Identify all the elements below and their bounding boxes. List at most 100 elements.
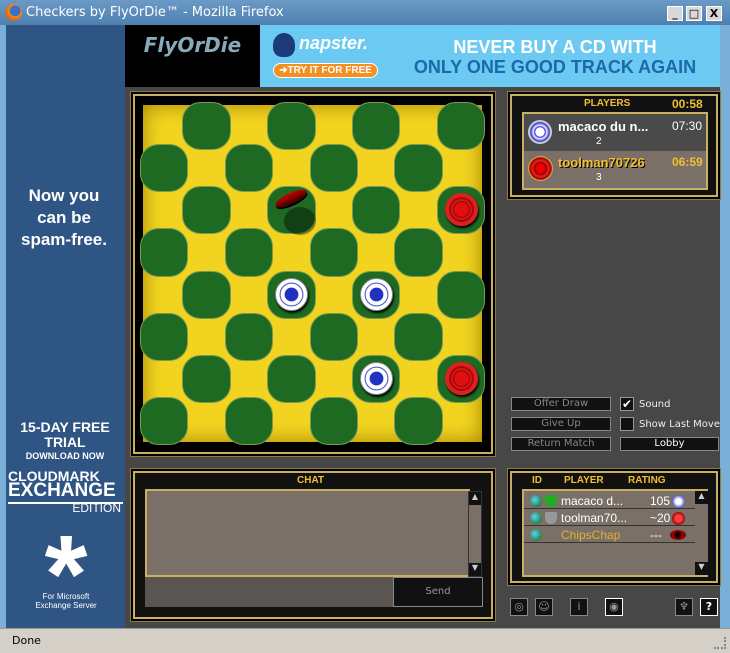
chat-scrollbar[interactable]: ▲ ▼ (468, 491, 482, 577)
lobby-button[interactable]: Lobby (620, 437, 719, 451)
board-square[interactable] (228, 105, 270, 147)
board-square[interactable] (143, 274, 185, 316)
board-square[interactable] (182, 101, 232, 151)
scroll-down-icon[interactable]: ▼ (469, 563, 481, 576)
roster-row[interactable]: ChipsChap --- (524, 527, 706, 543)
roster-row[interactable]: macaco d... 105 (524, 493, 706, 509)
board-square[interactable] (228, 274, 270, 316)
chat-input[interactable] (145, 577, 393, 607)
board-square[interactable] (397, 189, 439, 231)
board-square[interactable] (182, 354, 232, 404)
board-square[interactable] (313, 358, 355, 400)
board-square[interactable] (351, 101, 401, 151)
board-square[interactable] (355, 231, 397, 273)
board-square[interactable] (397, 274, 439, 316)
send-button[interactable]: Send (393, 577, 483, 607)
scroll-up-icon[interactable]: ▲ (695, 491, 708, 504)
board-square[interactable] (139, 312, 189, 361)
board-square[interactable] (394, 228, 444, 277)
top-banner-ad[interactable]: FlyOrDie napster. ➜TRY IT FOR FREE NEVER… (125, 25, 720, 87)
board-square[interactable] (270, 400, 312, 442)
close-button[interactable]: X (706, 6, 722, 21)
sound-checkbox[interactable]: ✔ (620, 397, 634, 411)
board-square[interactable] (440, 231, 482, 273)
board-square[interactable] (185, 400, 227, 442)
board-square[interactable] (355, 147, 397, 189)
board-square[interactable] (309, 144, 359, 193)
board-square[interactable] (436, 354, 486, 404)
board-square[interactable] (267, 101, 316, 151)
board-square[interactable] (309, 228, 359, 277)
board-square[interactable] (313, 189, 355, 231)
board-square[interactable] (267, 270, 316, 319)
board-square[interactable] (394, 312, 444, 361)
trophy-icon[interactable]: ♆ (675, 598, 693, 616)
board-square[interactable] (228, 358, 270, 400)
board-square[interactable] (270, 147, 312, 189)
board-square[interactable] (185, 316, 227, 358)
board-square[interactable] (185, 147, 227, 189)
checkers-board[interactable] (139, 101, 486, 446)
user-search-icon[interactable]: ☺ (535, 598, 553, 616)
board-square[interactable] (440, 147, 482, 189)
board-square[interactable] (440, 400, 482, 442)
board-square[interactable] (394, 396, 444, 446)
offer-draw-button[interactable]: Offer Draw (511, 397, 611, 411)
board-square[interactable] (182, 186, 232, 235)
blue-checker-piece[interactable] (359, 361, 393, 395)
scroll-down-icon[interactable]: ▼ (695, 562, 708, 575)
board-square[interactable] (224, 144, 274, 193)
give-up-button[interactable]: Give Up (511, 417, 611, 431)
board-square[interactable] (397, 358, 439, 400)
help-icon[interactable]: ? (700, 598, 718, 616)
board-square[interactable] (355, 316, 397, 358)
board-square[interactable] (139, 396, 189, 446)
board-square[interactable] (182, 270, 232, 319)
board-square[interactable] (313, 105, 355, 147)
board-square[interactable] (440, 316, 482, 358)
resize-grip-icon[interactable] (714, 637, 726, 649)
board-square[interactable] (313, 274, 355, 316)
scroll-up-icon[interactable]: ▲ (469, 492, 481, 505)
return-match-button[interactable]: Return Match (511, 437, 611, 451)
red-checker-piece[interactable] (444, 193, 478, 227)
board-square[interactable] (309, 396, 359, 446)
board-square[interactable] (224, 228, 274, 277)
maximize-button[interactable]: □ (686, 6, 702, 21)
board-square[interactable] (143, 189, 185, 231)
board-square[interactable] (351, 270, 401, 319)
board-square[interactable] (185, 231, 227, 273)
info-icon[interactable]: i (570, 598, 588, 616)
board-square[interactable] (139, 144, 189, 193)
flyordie-logo[interactable]: FlyOrDie (125, 25, 260, 87)
roster-scrollbar[interactable]: ▲ ▼ (695, 491, 708, 575)
eye-icon[interactable]: ◉ (605, 598, 623, 616)
board-square[interactable] (394, 144, 444, 193)
board-square[interactable] (143, 105, 185, 147)
board-square[interactable] (228, 189, 270, 231)
target-icon[interactable]: ◎ (510, 598, 528, 616)
board-square[interactable] (436, 186, 486, 235)
board-square[interactable] (351, 354, 401, 404)
try-free-button[interactable]: ➜TRY IT FOR FREE (273, 63, 378, 78)
board-square[interactable] (270, 231, 312, 273)
board-square[interactable] (224, 312, 274, 361)
left-advertisement[interactable]: Now you can be spam-free. 15-DAY FREE TR… (6, 25, 125, 630)
board-square[interactable] (143, 358, 185, 400)
board-square[interactable] (355, 400, 397, 442)
board-square[interactable] (351, 186, 401, 235)
board-square[interactable] (139, 228, 189, 277)
board-square[interactable] (267, 186, 317, 236)
minimize-button[interactable]: _ (667, 6, 683, 21)
board-square[interactable] (309, 312, 359, 361)
board-square[interactable] (397, 105, 439, 147)
red-checker-piece[interactable] (444, 361, 478, 395)
board-square[interactable] (436, 101, 486, 151)
board-square[interactable] (267, 354, 316, 404)
blue-checker-piece[interactable] (359, 277, 393, 311)
blue-checker-piece[interactable] (275, 277, 309, 311)
show-last-move-checkbox[interactable] (620, 417, 634, 431)
roster-row[interactable]: toolman70... ~20 (524, 510, 706, 526)
board-square[interactable] (436, 270, 486, 319)
board-square[interactable] (224, 396, 274, 446)
